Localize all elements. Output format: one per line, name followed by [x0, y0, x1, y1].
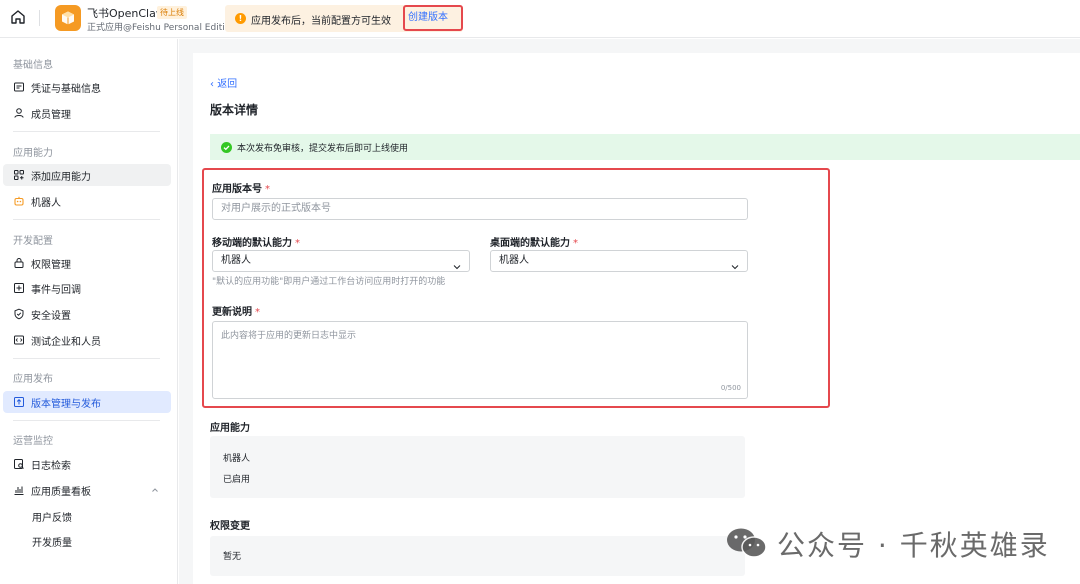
sidebar-item-label: 开发质量: [32, 537, 72, 549]
sidebar-item-label: 成员管理: [31, 109, 71, 121]
create-version-button[interactable]: 创建版本: [403, 5, 463, 31]
sidebar-item-label: 用户反馈: [32, 512, 72, 524]
sidebar-item-label: 添加应用能力: [31, 171, 91, 183]
sidebar-item-feedback[interactable]: 用户反馈: [3, 505, 171, 527]
sidebar-item-quality[interactable]: 应用质量看板: [3, 479, 171, 501]
main-area: ‹ 返回 版本详情 本次发布免审核，提交发布后即可上线使用 应用版本号 * 对用户…: [179, 39, 1080, 584]
divider: [13, 219, 160, 220]
sidebar-item-versions[interactable]: 版本管理与发布: [3, 391, 171, 413]
notes-textarea[interactable]: 此内容将于应用的更新日志中显示 0/500: [212, 321, 748, 399]
required-mark: *: [573, 238, 578, 249]
mobile-capability-label: 移动端的默认能力 *: [212, 238, 300, 249]
id-card-icon: [13, 81, 25, 93]
permissions-section-label: 权限变更: [210, 521, 250, 532]
desktop-capability-label: 桌面端的默认能力 *: [490, 238, 578, 249]
sidebar-item-label: 凭证与基础信息: [31, 83, 101, 95]
sidebar-item-permissions[interactable]: 权限管理: [3, 252, 171, 274]
log-search-icon: [13, 458, 25, 470]
status-badge: 待上线: [157, 6, 187, 19]
wechat-icon: [727, 528, 767, 558]
capability-name: 机器人: [223, 454, 251, 464]
sidebar-item-label: 日志检索: [31, 460, 71, 472]
sidebar-item-label: 机器人: [31, 197, 61, 209]
capability-status: 已启用: [223, 475, 251, 485]
success-notice: 本次发布免审核，提交发布后即可上线使用: [210, 134, 1080, 160]
divider: [13, 131, 160, 132]
sidebar-item-label: 权限管理: [31, 259, 71, 271]
sidebar-item-events[interactable]: 事件与回调: [3, 277, 171, 299]
back-link[interactable]: ‹ 返回: [210, 75, 237, 90]
required-mark: *: [265, 184, 270, 195]
warning-icon: !: [235, 13, 246, 24]
version-form: 应用版本号 * 对用户展示的正式版本号 移动端的默认能力 * 机器人 桌面端的默认能…: [202, 168, 830, 408]
sidebar-item-members[interactable]: 成员管理: [3, 102, 171, 124]
sidebar-item-dev-quality[interactable]: 开发质量: [3, 530, 171, 552]
divider: [39, 10, 40, 26]
home-icon[interactable]: [9, 8, 27, 26]
permissions-box: 暂无: [210, 536, 745, 576]
capabilities-section-label: 应用能力: [210, 423, 250, 434]
top-bar: 飞书OpenClaw 待上线 正式应用@Feishu Personal Edit…: [0, 0, 1080, 38]
capabilities-box: 机器人 已启用: [210, 436, 745, 498]
default-capability-hint: "默认的应用功能"即用户通过工作台访问应用时打开的功能: [212, 277, 446, 287]
shield-icon: [13, 308, 25, 320]
sidebar-item-security[interactable]: 安全设置: [3, 303, 171, 325]
mobile-capability-select[interactable]: 机器人: [212, 250, 470, 272]
version-label: 应用版本号 *: [212, 184, 270, 195]
divider: [13, 358, 160, 359]
lock-icon: [13, 257, 25, 269]
app-name: 飞书OpenClaw: [87, 7, 165, 20]
required-mark: *: [295, 238, 300, 249]
notice-text: 应用发布后，当前配置方可生效: [251, 16, 391, 27]
robot-icon: [13, 195, 25, 207]
sidebar-item-label: 版本管理与发布: [31, 398, 101, 410]
divider: [13, 420, 160, 421]
version-detail-card: ‹ 返回 版本详情 本次发布免审核，提交发布后即可上线使用 应用版本号 * 对用户…: [193, 53, 1080, 584]
chevron-down-icon: [731, 258, 739, 270]
app-subtitle: 正式应用@Feishu Personal Edition: [87, 23, 236, 33]
section-dev-config: 开发配置: [13, 236, 53, 247]
sidebar-item-bot[interactable]: 机器人: [3, 190, 171, 212]
permissions-value: 暂无: [223, 552, 242, 562]
watermark-text: 公众号 · 千秋英雄录: [777, 529, 1050, 562]
sidebar-item-credentials[interactable]: 凭证与基础信息: [3, 76, 171, 98]
page-title: 版本详情: [210, 103, 259, 117]
section-capabilities: 应用能力: [13, 148, 53, 159]
section-basic-info: 基础信息: [13, 60, 53, 71]
sidebar-item-add-capability[interactable]: 添加应用能力: [3, 164, 171, 186]
sidebar-item-label: 测试企业和人员: [31, 336, 101, 348]
event-icon: [13, 282, 25, 294]
desktop-capability-select[interactable]: 机器人: [490, 250, 748, 272]
upload-icon: [13, 396, 25, 408]
sidebar: 基础信息 凭证与基础信息 成员管理 应用能力 添加应用能力 机器人 开发配置 权…: [0, 39, 178, 584]
section-publish: 应用发布: [13, 374, 53, 385]
app-logo-icon: [55, 5, 81, 31]
section-monitoring: 运营监控: [13, 436, 53, 447]
code-icon: [13, 334, 25, 346]
sidebar-item-test-org[interactable]: 测试企业和人员: [3, 329, 171, 351]
watermark: 公众号 · 千秋英雄录: [725, 524, 1055, 562]
check-circle-icon: [221, 142, 232, 153]
chevron-up-icon: [151, 486, 159, 494]
version-input[interactable]: 对用户展示的正式版本号: [212, 198, 748, 220]
required-mark: *: [255, 307, 260, 318]
chart-icon: [13, 484, 25, 496]
success-text: 本次发布免审核，提交发布后即可上线使用: [237, 144, 409, 154]
chevron-down-icon: [453, 258, 461, 270]
sidebar-item-label: 安全设置: [31, 310, 71, 322]
user-icon: [13, 107, 25, 119]
notes-label: 更新说明 *: [212, 307, 260, 318]
sidebar-item-logs[interactable]: 日志检索: [3, 453, 171, 475]
sidebar-item-label: 应用质量看板: [31, 486, 91, 498]
grid-icon: [13, 169, 25, 181]
char-counter: 0/500: [720, 384, 741, 392]
sidebar-item-label: 事件与回调: [31, 284, 81, 296]
